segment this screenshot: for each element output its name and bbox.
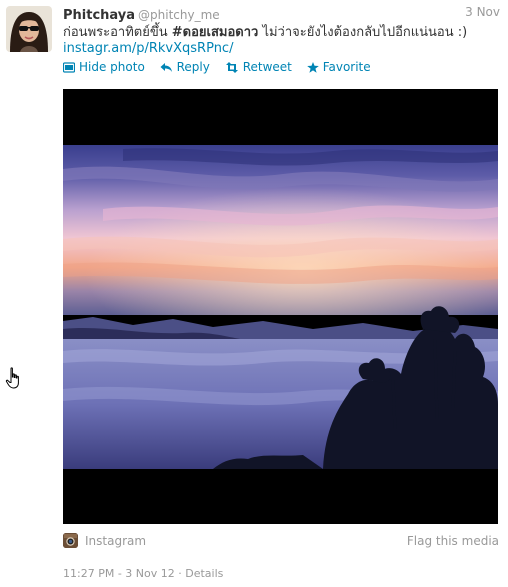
sunrise-photo: [63, 89, 498, 524]
flag-media-link[interactable]: Flag this media: [407, 534, 499, 548]
timestamp[interactable]: 11:27 PM - 3 Nov 12: [63, 567, 175, 580]
avatar-image: [6, 6, 52, 52]
details-link[interactable]: Details: [185, 567, 223, 580]
retweet-label: Retweet: [242, 60, 292, 74]
tweet-text-part1: ก่อนพระอาทิตย์ขึ้น: [63, 25, 172, 40]
media-photo[interactable]: [63, 89, 498, 524]
tweet-link[interactable]: instagr.am/p/RkvXqsRPnc/: [63, 41, 233, 56]
tweet-meta: 11:27 PM - 3 Nov 12 · Details: [63, 567, 223, 580]
retweet-button[interactable]: Retweet: [225, 60, 292, 74]
favorite-button[interactable]: Favorite: [306, 60, 371, 74]
reply-button[interactable]: Reply: [160, 60, 210, 74]
hashtag[interactable]: #ดอยเสมอดาว: [172, 25, 259, 40]
tweet-date[interactable]: 3 Nov: [465, 5, 500, 19]
username[interactable]: @phitchy_me: [138, 8, 220, 22]
instagram-label: Instagram: [85, 533, 147, 548]
retweet-icon: [225, 61, 238, 73]
fullname[interactable]: Phitchaya: [63, 8, 135, 23]
tweet-actions: Hide photo Reply Retweet Favorite: [63, 60, 382, 76]
tweet-text-part2: ไม่ว่าจะยังไงต้องกลับไปอีกแน่นอน :): [258, 25, 468, 40]
favorite-label: Favorite: [322, 60, 371, 74]
hide-photo-icon: [63, 61, 75, 73]
reply-label: Reply: [176, 60, 210, 74]
reply-icon: [160, 62, 172, 72]
instagram-source[interactable]: Instagram: [63, 533, 146, 548]
favorite-icon: [306, 61, 319, 73]
hide-photo-label: Hide photo: [79, 60, 145, 74]
tweet-header: Phitchaya @phitchy_me 3 Nov: [63, 4, 500, 23]
avatar[interactable]: [6, 6, 52, 52]
meta-separator: ·: [174, 567, 186, 580]
hand-cursor-icon: [5, 367, 23, 395]
hide-photo-button[interactable]: Hide photo: [63, 60, 145, 74]
tweet-text: ก่อนพระอาทิตย์ขึ้น #ดอยเสมอดาว ไม่ว่าจะย…: [63, 23, 502, 42]
instagram-icon: [63, 533, 78, 548]
media-footer: Instagram Flag this media: [63, 533, 499, 549]
